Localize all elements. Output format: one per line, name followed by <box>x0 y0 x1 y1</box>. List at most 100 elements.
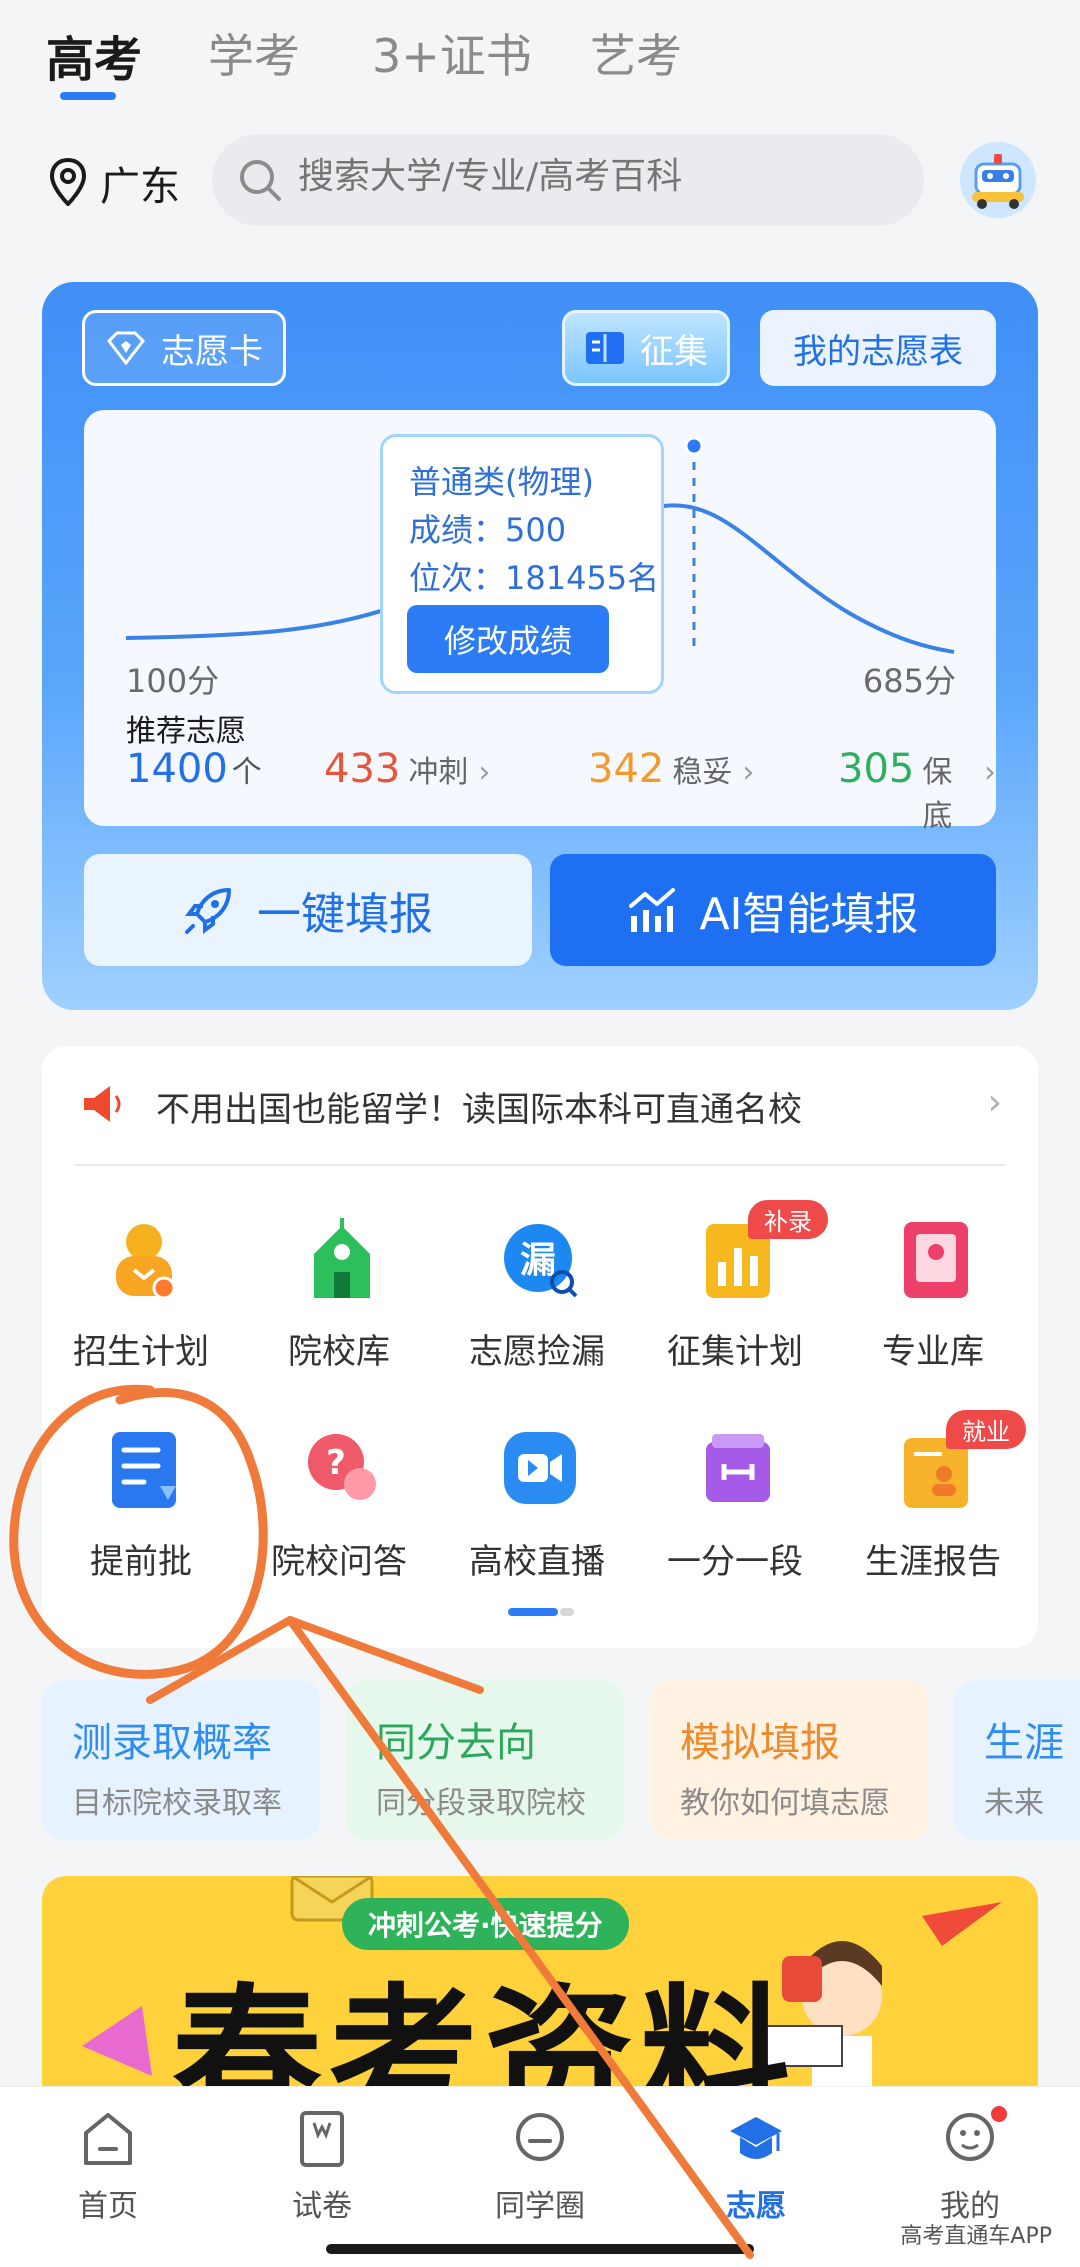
home-indicator[interactable] <box>326 2244 754 2254</box>
grid-item-score-segment[interactable]: 一分一段 <box>636 1428 834 1608</box>
tab-xuekao[interactable]: 学考 <box>208 20 300 86</box>
makeup-badge: 补录 <box>748 1200 828 1239</box>
feature-admission-probability[interactable]: 测录取概率 目标院校录取率 <box>42 1680 320 1840</box>
stat-stable-label: 稳妥 <box>672 755 733 790</box>
svg-text:?: ? <box>326 1443 346 1483</box>
score-axis-max: 685分 <box>862 662 956 700</box>
school-library-icon <box>314 1218 370 1298</box>
stat-stable[interactable]: 342 稳妥 › <box>588 746 754 792</box>
robot-car-avatar-icon <box>960 142 1036 218</box>
grid-label: 高校直播 <box>469 1542 605 1582</box>
search-input[interactable] <box>298 156 898 197</box>
notice-text: 不用出国也能留学！读国际本科可直通名校 <box>156 1090 802 1130</box>
recommend-total[interactable]: 1400 个 <box>126 746 262 792</box>
promo-banner[interactable]: 冲刺公考·快速提分 春考资料 <box>42 1876 1038 2086</box>
volunteer-card-panel: 志愿卡 征集 我的志愿表 100分 685分 普通类(物理) 成绩：500 位次… <box>42 282 1038 1010</box>
nav-home[interactable]: 首页 <box>8 2109 208 2229</box>
chevron-right-icon: › <box>478 755 491 790</box>
grid-item-collection-plan[interactable]: 补录 征集计划 <box>636 1200 834 1398</box>
volunteer-card-button[interactable]: 志愿卡 <box>82 310 286 386</box>
notice-bar[interactable]: 不用出国也能留学！读国际本科可直通名校 › <box>42 1046 1038 1164</box>
watermark: 高考直通车APP <box>900 2224 1052 2249</box>
grid-label: 生涯报告 <box>865 1542 1001 1582</box>
feature-subtitle: 目标院校录取率 <box>72 1786 282 1821</box>
feature-title: 生涯 <box>984 1720 1064 1766</box>
chevron-right-icon: › <box>742 755 755 790</box>
location-pin-icon[interactable] <box>48 158 88 206</box>
grid-label: 院校问答 <box>271 1542 407 1582</box>
volunteer-cap-icon <box>730 2117 782 2159</box>
grid-item-live-stream[interactable]: 高校直播 <box>438 1428 636 1608</box>
search-bar[interactable] <box>212 134 924 226</box>
divider <box>74 1164 1006 1166</box>
recommend-unit: 个 <box>231 755 262 790</box>
nav-classmates[interactable]: 同学圈 <box>440 2109 640 2229</box>
grid-item-early-batch[interactable]: 提前批 <box>42 1428 240 1608</box>
grid-label: 提前批 <box>90 1542 192 1582</box>
my-volunteer-table-button[interactable]: 我的志愿表 <box>760 310 996 386</box>
volunteer-pickup-icon: 漏 <box>504 1224 578 1298</box>
grid-item-volunteer-pickup[interactable]: 漏 志愿捡漏 <box>438 1218 636 1398</box>
feature-subtitle: 教你如何填志愿 <box>680 1786 890 1821</box>
notification-dot <box>988 2103 1010 2125</box>
score-distribution-chart: 100分 685分 普通类(物理) 成绩：500 位次：181455名 修改成绩… <box>84 410 996 834</box>
grid-item-admission-plan[interactable]: 招生计划 <box>42 1218 240 1398</box>
grid-item-school-qa[interactable]: ? 院校问答 <box>240 1428 438 1608</box>
score-tooltip: 普通类(物理) 成绩：500 位次：181455名 修改成绩 <box>380 434 664 694</box>
feature-simulated-fill[interactable]: 模拟填报 教你如何填志愿 <box>650 1680 928 1840</box>
feature-title: 同分去向 <box>376 1720 536 1766</box>
grid-item-career-report[interactable]: 就业 生涯报告 <box>834 1410 1032 1608</box>
stat-sprint-label: 冲刺 <box>408 755 469 790</box>
stat-safe-label: 保底 <box>922 755 953 834</box>
stat-sprint[interactable]: 433 冲刺 › <box>324 746 490 792</box>
collect-button[interactable]: 征集 <box>562 310 730 386</box>
nav-profile[interactable]: 我的 <box>870 2103 1070 2229</box>
ai-smart-fill-button[interactable]: AI智能填报 <box>550 854 996 966</box>
nav-label: 同学圈 <box>495 2189 585 2224</box>
grid-label: 院校库 <box>288 1332 390 1372</box>
classmates-icon <box>516 2113 564 2161</box>
nav-exam-papers[interactable]: 试卷 <box>222 2109 422 2229</box>
recommend-count: 1400 <box>126 746 228 792</box>
banner-title: 春考资料 <box>172 1969 797 2086</box>
stat-safe[interactable]: 305 保底 › <box>838 746 996 835</box>
recommend-label: 推荐志愿 <box>126 714 246 749</box>
top-tab-bar: 高考 学考 3+证书 艺考 <box>0 0 1080 120</box>
tooltip-score: 成绩：500 <box>409 511 567 549</box>
page-indicator <box>560 1608 574 1616</box>
grid-label: 征集计划 <box>667 1332 803 1372</box>
active-tab-indicator <box>60 92 116 100</box>
grid-item-school-library[interactable]: 院校库 <box>240 1218 438 1398</box>
stat-stable-count: 342 <box>588 746 665 792</box>
one-click-fill-button[interactable]: 一键填报 <box>84 854 532 966</box>
feature-subtitle: 同分段录取院校 <box>376 1786 586 1821</box>
nav-label: 首页 <box>78 2189 138 2224</box>
pickup-glyph: 漏 <box>520 1240 556 1281</box>
score-marker-dot <box>684 436 704 456</box>
edit-score-button[interactable]: 修改成绩 <box>407 605 609 673</box>
page-indicator-active <box>508 1608 558 1616</box>
location-search-row: 广东 <box>0 130 1080 230</box>
book-icon <box>586 332 624 364</box>
rocket-icon <box>185 888 231 934</box>
tab-gaokao[interactable]: 高考 <box>46 20 142 90</box>
feature-title: 模拟填报 <box>680 1720 840 1766</box>
feature-same-score-destination[interactable]: 同分去向 同分段录取院校 <box>346 1680 624 1840</box>
avatar[interactable] <box>960 142 1036 218</box>
nav-volunteer[interactable]: 志愿 <box>656 2109 856 2229</box>
employment-badge: 就业 <box>946 1410 1026 1449</box>
grid-label: 志愿捡漏 <box>469 1332 605 1372</box>
chevron-right-icon: › <box>987 1082 1002 1123</box>
feature-career[interactable]: 生涯 未来 <box>954 1680 1080 1840</box>
speaker-icon <box>84 1086 121 1122</box>
collect-label: 征集 <box>640 331 708 372</box>
nav-label: 志愿 <box>726 2189 786 2224</box>
tab-3plus-cert[interactable]: 3+证书 <box>372 20 532 86</box>
tab-yikao[interactable]: 艺考 <box>590 20 682 86</box>
grid-label: 专业库 <box>882 1332 984 1372</box>
feature-title: 测录取概率 <box>72 1720 272 1766</box>
live-stream-icon <box>504 1432 576 1504</box>
stat-safe-count: 305 <box>838 746 915 792</box>
grid-item-major-library[interactable]: 专业库 <box>834 1218 1032 1398</box>
location-label[interactable]: 广东 <box>100 154 180 212</box>
